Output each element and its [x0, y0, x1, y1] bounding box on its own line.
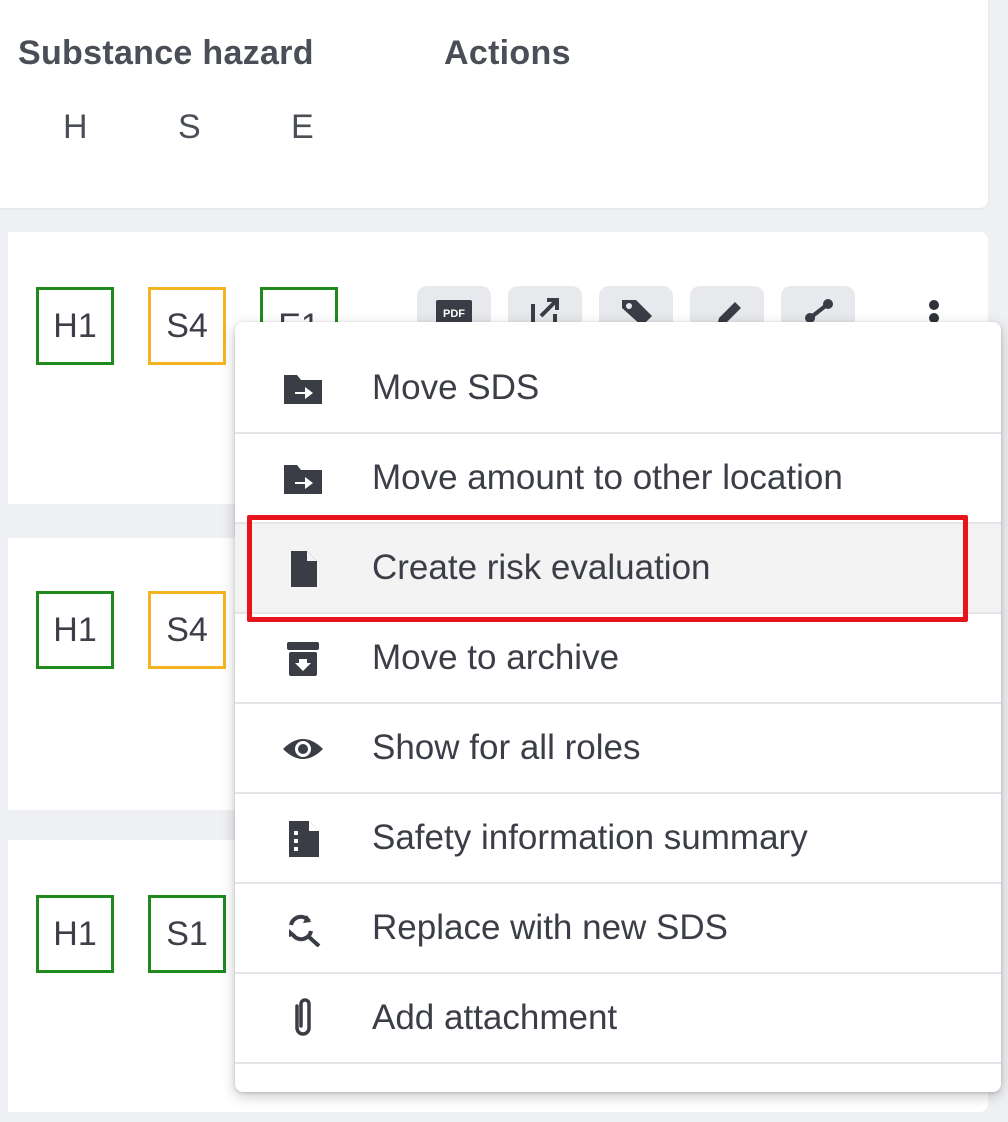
hazard-badge-s: S4 [148, 287, 226, 365]
col-h-header: H [63, 108, 88, 146]
menu-item-label: Add attachment [372, 998, 618, 1037]
col-s-header: S [178, 108, 201, 146]
hazard-badge-h: H1 [36, 591, 114, 669]
highlight-annotation [247, 515, 968, 622]
hazard-badge-s: S4 [148, 591, 226, 669]
context-menu: Move SDS Move amount to other location C… [235, 322, 1001, 1092]
hazard-badge-h: H1 [36, 287, 114, 365]
table-header: Substance hazard Actions H S E [0, 0, 988, 208]
menu-item-label: Safety information summary [372, 818, 808, 857]
menu-item-replace-with-new-sds[interactable]: Replace with new SDS [235, 884, 1001, 974]
archive-icon [287, 642, 319, 676]
paperclip-icon [295, 998, 311, 1036]
file-summary-icon [289, 821, 319, 857]
menu-item-move-sds[interactable]: Move SDS [235, 344, 1001, 434]
folder-move-icon [284, 465, 322, 494]
menu-item-move-amount[interactable]: Move amount to other location [235, 434, 1001, 524]
hazard-badge-s: S1 [148, 895, 226, 973]
replace-search-icon [289, 914, 321, 947]
menu-item-add-attachment[interactable]: Add attachment [235, 974, 1001, 1064]
col-e-header: E [291, 108, 314, 146]
folder-move-icon [284, 375, 322, 404]
actions-header: Actions [444, 34, 571, 72]
menu-item-label: Show for all roles [372, 728, 641, 767]
eye-icon [283, 739, 323, 759]
hazard-badge-h: H1 [36, 895, 114, 973]
menu-item-label: Move amount to other location [372, 458, 843, 497]
menu-item-label: Replace with new SDS [372, 908, 728, 947]
svg-text:PDF: PDF [443, 308, 465, 320]
menu-item-move-to-archive[interactable]: Move to archive [235, 614, 1001, 704]
menu-item-show-for-all-roles[interactable]: Show for all roles [235, 704, 1001, 794]
substance-hazard-header: Substance hazard [18, 34, 314, 72]
menu-item-label: Move SDS [372, 368, 540, 407]
menu-item-safety-information-summary[interactable]: Safety information summary [235, 794, 1001, 884]
menu-item-label: Move to archive [372, 638, 620, 677]
